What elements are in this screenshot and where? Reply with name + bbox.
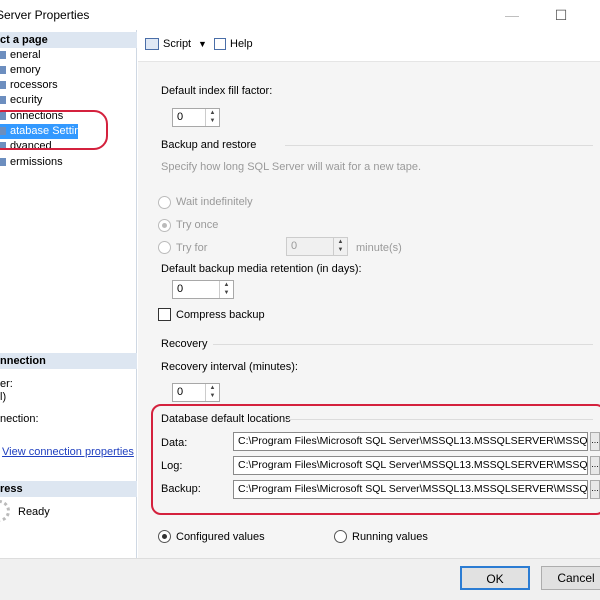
- fill-factor-label: Default index fill factor:: [161, 85, 273, 97]
- page-icon: [0, 51, 6, 60]
- try-for-radio[interactable]: [158, 241, 171, 254]
- wait-indefinitely-label: Wait indefinitely: [176, 196, 253, 208]
- try-once-radio[interactable]: [158, 219, 171, 232]
- ok-button[interactable]: OK: [460, 566, 530, 590]
- group-divider: [213, 344, 593, 345]
- toolbar: [138, 30, 600, 62]
- script-button[interactable]: Script: [145, 38, 191, 51]
- spinner-arrows-icon[interactable]: ▲ ▼: [205, 384, 219, 401]
- view-connection-properties-link[interactable]: View connection properties: [2, 446, 134, 458]
- page-connections[interactable]: onnections: [0, 109, 137, 124]
- page-icon: [0, 96, 6, 105]
- minutes-label: minute(s): [356, 242, 402, 254]
- compress-backup-label: Compress backup: [176, 309, 265, 321]
- progress-header: ress: [0, 481, 137, 497]
- recovery-header: Recovery: [161, 338, 208, 350]
- backup-browse-button[interactable]: ...: [590, 480, 600, 499]
- page-icon: [0, 112, 6, 121]
- page-icon: [0, 158, 6, 167]
- configured-values-label: Configured values: [176, 531, 265, 543]
- server-value: l): [0, 391, 7, 403]
- server-label: er:: [0, 378, 13, 390]
- page-database-settings[interactable]: atabase Settings: [0, 124, 92, 139]
- window-title: Server Properties: [0, 8, 90, 22]
- try-once-label: Try once: [176, 219, 219, 231]
- compress-backup-checkbox[interactable]: [158, 308, 171, 321]
- script-dropdown-chevron-icon[interactable]: ▼: [198, 39, 207, 49]
- log-browse-button[interactable]: ...: [590, 456, 600, 475]
- cancel-button[interactable]: Cancel: [541, 566, 600, 590]
- group-divider: [285, 145, 593, 146]
- backup-location-label: Backup:: [161, 483, 201, 495]
- script-icon: [145, 38, 159, 51]
- recovery-interval-spinner[interactable]: 0 ▲ ▼: [172, 383, 220, 402]
- minimize-button[interactable]: —: [492, 4, 532, 26]
- page-memory[interactable]: emory: [0, 63, 137, 78]
- connection-label: nection:: [0, 413, 39, 425]
- try-for-minutes-spinner[interactable]: 0 ▲ ▼: [286, 237, 348, 256]
- spinner-arrows-icon[interactable]: ▲ ▼: [333, 238, 347, 255]
- running-values-label: Running values: [352, 531, 428, 543]
- backup-retention-spinner[interactable]: 0 ▲ ▼: [172, 280, 234, 299]
- help-button[interactable]: Help: [214, 38, 253, 51]
- select-page-header: ct a page: [0, 32, 137, 48]
- progress-status: Ready: [18, 506, 50, 518]
- page-general[interactable]: eneral: [0, 48, 137, 63]
- group-divider: [286, 419, 593, 420]
- maximize-button[interactable]: ☐: [541, 4, 581, 26]
- connection-header: nnection: [0, 353, 137, 369]
- db-default-locations-header: Database default locations: [161, 413, 291, 425]
- page-icon: [0, 66, 6, 75]
- backup-retention-label: Default backup media retention (in days)…: [161, 263, 362, 275]
- try-for-label: Try for: [176, 242, 208, 254]
- data-browse-button[interactable]: ...: [590, 432, 600, 451]
- page-permissions[interactable]: ermissions: [0, 155, 137, 170]
- log-location-input[interactable]: C:\Program Files\Microsoft SQL Server\MS…: [233, 456, 588, 475]
- page-icon: [0, 142, 6, 151]
- log-location-label: Log:: [161, 460, 183, 472]
- fill-factor-spinner[interactable]: 0 ▲ ▼: [172, 108, 220, 127]
- page-security[interactable]: ecurity: [0, 93, 137, 108]
- spinner-arrows-icon[interactable]: ▲ ▼: [219, 281, 233, 298]
- configured-values-radio[interactable]: [158, 530, 171, 543]
- title-bar: Server Properties — ☐: [0, 0, 600, 30]
- data-location-input[interactable]: C:\Program Files\Microsoft SQL Server\MS…: [233, 432, 588, 451]
- spinner-arrows-icon[interactable]: ▲ ▼: [205, 109, 219, 126]
- recovery-interval-label: Recovery interval (minutes):: [161, 361, 298, 373]
- tape-wait-description: Specify how long SQL Server will wait fo…: [161, 161, 422, 173]
- backup-location-input[interactable]: C:\Program Files\Microsoft SQL Server\MS…: [233, 480, 588, 499]
- data-location-label: Data:: [161, 437, 188, 449]
- wait-indefinitely-radio[interactable]: [158, 196, 171, 209]
- backup-restore-header: Backup and restore: [161, 139, 257, 151]
- help-icon: [214, 38, 226, 51]
- page-icon: [0, 81, 6, 90]
- page-advanced[interactable]: dvanced: [0, 139, 137, 154]
- running-values-radio[interactable]: [334, 530, 347, 543]
- page-icon: [0, 127, 6, 136]
- page-processors[interactable]: rocessors: [0, 78, 137, 93]
